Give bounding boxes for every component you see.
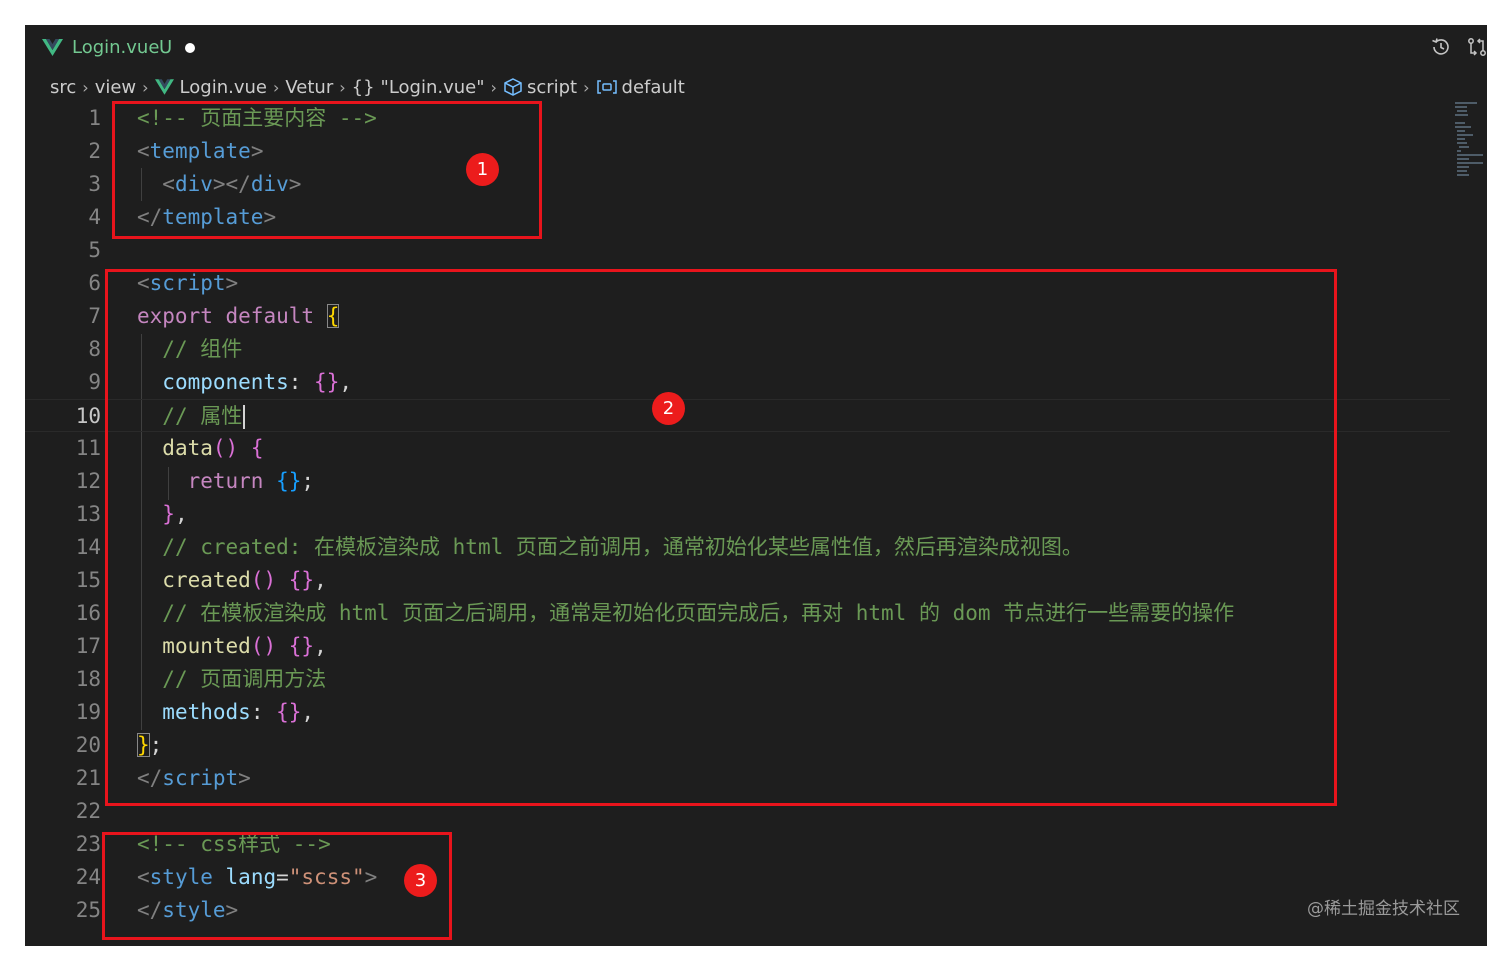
chevron-right-icon: ›: [583, 77, 590, 97]
timeline-history-icon[interactable]: [1430, 36, 1452, 58]
line-number: 12: [75, 469, 101, 493]
line-number: 14: [75, 535, 101, 559]
line-number: 10: [75, 404, 101, 428]
annotation-box-style: [102, 832, 452, 940]
line-number: 25: [75, 898, 101, 922]
line-number: 16: [75, 601, 101, 625]
minimap-line: [1455, 126, 1471, 128]
chevron-right-icon: ›: [339, 77, 346, 97]
line-number: 4: [88, 205, 101, 229]
minimap-line: [1457, 162, 1483, 164]
line-number: 11: [75, 436, 101, 460]
line-number: 3: [88, 172, 101, 196]
git-status-badge: U: [159, 37, 173, 58]
line-number: 21: [75, 766, 101, 790]
minimap-line: [1455, 102, 1477, 104]
chevron-right-icon: ›: [82, 77, 89, 97]
breadcrumb-default-label: default: [621, 76, 685, 98]
breadcrumb-item-file[interactable]: Login.vue: [154, 76, 267, 98]
minimap-line: [1457, 174, 1469, 176]
unsaved-dot-icon[interactable]: [185, 43, 195, 53]
minimap-line: [1457, 130, 1465, 132]
line-number: 6: [88, 271, 101, 295]
breadcrumb-item-view[interactable]: view: [95, 77, 136, 98]
watermark: @稀土掘金技术社区: [1307, 899, 1460, 919]
minimap-line: [1457, 166, 1469, 168]
annotation-badge-1: 1: [466, 153, 499, 186]
minimap-line: [1457, 134, 1473, 136]
annotation-badge-2: 2: [652, 392, 685, 425]
vue-logo-icon: [154, 79, 174, 95]
breadcrumb-item-module[interactable]: {} "Login.vue": [352, 77, 485, 98]
annotation-badge-3: 3: [404, 864, 437, 897]
minimap-line: [1459, 146, 1469, 148]
braces-icon: {}: [351, 76, 375, 98]
breadcrumb-item-vetur[interactable]: Vetur: [285, 77, 333, 98]
line-number: 1: [88, 106, 101, 130]
minimap-line: [1457, 154, 1483, 156]
line-number: 24: [75, 865, 101, 889]
minimap-line: [1457, 158, 1469, 160]
minimap-line: [1457, 138, 1465, 140]
open-changes-icon[interactable]: [1466, 36, 1487, 58]
minimap-line: [1457, 170, 1467, 172]
tab-filename: Login.vue: [72, 37, 160, 58]
chevron-right-icon: ›: [142, 77, 149, 97]
tab-login-vue[interactable]: Login.vue U: [25, 25, 217, 70]
breadcrumb-item-src[interactable]: src: [50, 77, 76, 98]
vue-logo-icon: [42, 39, 63, 56]
breadcrumb-module-label: "Login.vue": [380, 76, 485, 98]
line-number: 9: [88, 370, 101, 394]
line-number: 8: [88, 337, 101, 361]
line-number: 23: [75, 832, 101, 856]
breadcrumb-script-label: script: [526, 76, 578, 98]
line-number: 15: [75, 568, 101, 592]
chevron-right-icon: ›: [272, 77, 280, 97]
breadcrumb-file-label: Login.vue: [179, 76, 267, 98]
minimap-line: [1457, 150, 1461, 152]
line-number: 19: [75, 700, 101, 724]
line-number: 22: [75, 799, 101, 823]
variable-symbol-icon: [596, 80, 617, 94]
minimap-line: [1455, 122, 1465, 124]
chevron-right-icon: ›: [490, 77, 497, 97]
breadcrumb: src › view › Login.vue › Vetur › {} "Log…: [50, 75, 685, 99]
module-cube-icon: [504, 78, 522, 96]
minimap-line: [1457, 142, 1467, 144]
breadcrumb-item-default[interactable]: default: [596, 77, 685, 98]
minimap-line: [1457, 110, 1467, 112]
minimap-line: [1455, 114, 1468, 116]
line-number: 2: [88, 139, 101, 163]
line-number: 17: [75, 634, 101, 658]
line-number: 5: [88, 238, 101, 262]
breadcrumb-item-script[interactable]: script: [503, 77, 577, 98]
line-number: 13: [75, 502, 101, 526]
annotation-box-script: [105, 269, 1337, 806]
code-editor-window: Login.vue U src › view › Login.vue › Vet…: [25, 25, 1487, 946]
minimap[interactable]: [1455, 102, 1485, 177]
line-number: 18: [75, 667, 101, 691]
minimap-line: [1455, 106, 1467, 108]
line-number: 7: [88, 304, 101, 328]
line-number: 20: [75, 733, 101, 757]
tab-bar: Login.vue U: [25, 25, 1487, 70]
